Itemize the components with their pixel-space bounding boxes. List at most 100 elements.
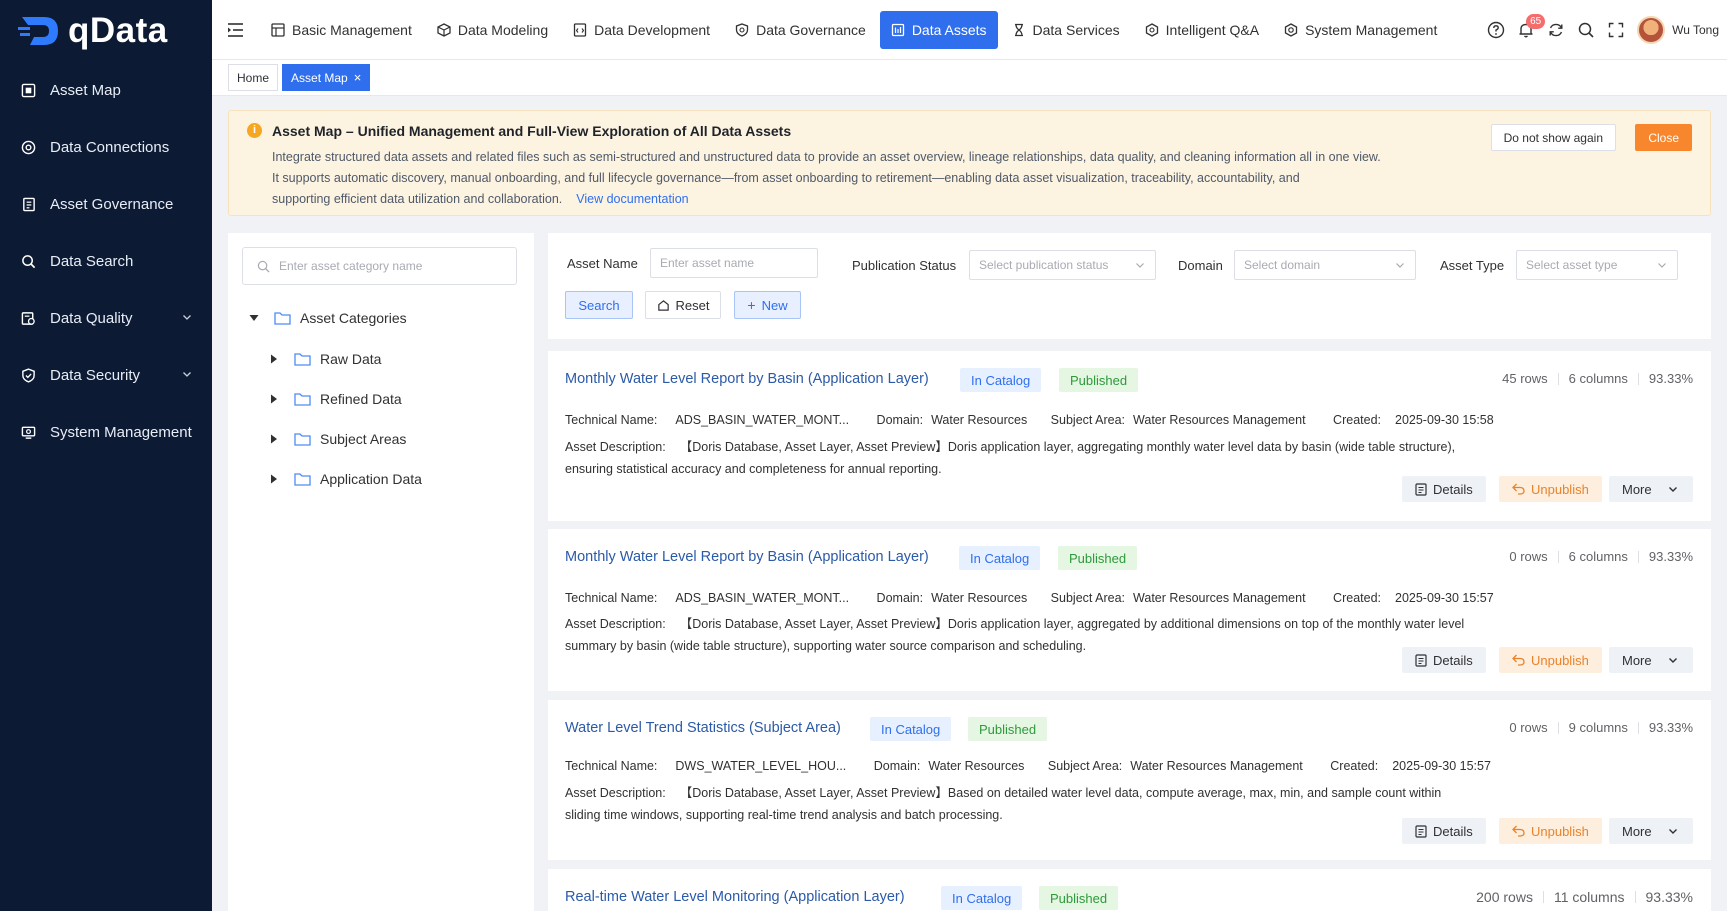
category-search-input[interactable]: Enter asset category name (242, 247, 517, 285)
help-button[interactable] (1481, 15, 1511, 45)
asset-title[interactable]: Monthly Water Level Report by Basin (App… (565, 549, 929, 565)
sidebar-item-label: Data Search (50, 253, 134, 270)
tree-node-label: Application Data (320, 471, 422, 487)
domain-label: Domain (1178, 258, 1223, 273)
meta-key: Domain: (876, 413, 924, 427)
column-count: 6 columns (1568, 549, 1628, 564)
tab-data-development[interactable]: Data Development (562, 11, 721, 49)
info-banner: i Asset Map – Unified Management and Ful… (228, 110, 1711, 216)
tab-intelligent-qa[interactable]: Intelligent Q&A (1134, 11, 1270, 49)
domain-placeholder: Select domain (1244, 258, 1321, 272)
chevron-down-icon (1658, 263, 1666, 268)
tree-node-refined-data[interactable]: Refined Data (268, 388, 402, 410)
search-button[interactable]: Search (565, 291, 633, 319)
details-button[interactable]: Details (1402, 818, 1486, 844)
asset-title[interactable]: Monthly Water Level Report by Basin (App… (565, 371, 929, 387)
tab-data-services[interactable]: Data Services (1001, 11, 1131, 49)
unpublish-button[interactable]: Unpublish (1499, 818, 1602, 844)
unpublish-button[interactable]: Unpublish (1499, 647, 1602, 673)
sidebar-item-asset-map[interactable]: Asset Map (0, 62, 212, 119)
banner-title: Asset Map – Unified Management and Full-… (272, 123, 792, 139)
asset-meta: Technical Name: DWS_WATER_LEVEL_HOU... Do… (565, 759, 1515, 773)
row-count: 45 rows (1502, 371, 1548, 386)
refresh-icon (1549, 23, 1563, 37)
close-banner-button[interactable]: Close (1635, 124, 1692, 151)
tab-data-governance[interactable]: Data Governance (724, 11, 877, 49)
menu-fold-icon (228, 22, 243, 37)
chevron-down-icon[interactable] (182, 312, 192, 322)
quality-score: 93.33% (1648, 549, 1693, 564)
close-icon[interactable]: × (354, 71, 362, 84)
sidebar-item-system-management[interactable]: System Management (0, 404, 212, 461)
tab-system-management[interactable]: System Management (1273, 11, 1448, 49)
reset-button[interactable]: Reset (645, 291, 721, 319)
fullscreen-button[interactable] (1601, 15, 1631, 45)
more-dropdown[interactable]: More (1609, 476, 1693, 502)
tree-node-asset-categories[interactable]: Asset Categories (248, 307, 407, 329)
tab-data-assets[interactable]: Data Assets (879, 10, 998, 49)
governance-icon (20, 197, 36, 213)
notifications-button[interactable]: 65 (1511, 14, 1546, 45)
domain-select[interactable]: Select domain (1234, 250, 1416, 280)
asset-stats: 45 rows 6 columns 93.33% (1502, 371, 1693, 386)
qdata-logo-icon (18, 17, 58, 45)
tab-label: Data Services (1032, 21, 1120, 38)
do-not-show-again-button[interactable]: Do not show again (1490, 124, 1616, 151)
details-button[interactable]: Details (1402, 647, 1486, 673)
meta-key: Technical Name: (565, 759, 658, 773)
document-icon (1415, 824, 1427, 838)
caret-right-icon[interactable] (268, 394, 280, 404)
banner-line: Integrate structured data assets and rel… (272, 150, 1381, 164)
created-value: 2025-09-30 15:58 (1395, 413, 1494, 427)
user-name[interactable]: Wu Tong (1672, 23, 1719, 37)
asset-stats: 200 rows 11 columns 93.33% (1476, 889, 1693, 905)
caret-right-icon[interactable] (268, 434, 280, 444)
caret-right-icon[interactable] (268, 354, 280, 364)
new-asset-button[interactable]: + New (734, 291, 801, 319)
button-label: More (1622, 652, 1652, 668)
global-search-button[interactable] (1571, 15, 1601, 45)
asset-title[interactable]: Real-time Water Level Monitoring (Applic… (565, 889, 905, 905)
hexagon-icon (1145, 22, 1158, 37)
tree-node-label: Asset Categories (300, 310, 407, 326)
asset-title[interactable]: Water Level Trend Statistics (Subject Ar… (565, 720, 841, 736)
caret-down-icon[interactable] (248, 314, 260, 322)
created-value: 2025-09-30 15:57 (1392, 759, 1491, 773)
unpublish-button[interactable]: Unpublish (1499, 476, 1602, 502)
created-value: 2025-09-30 15:57 (1395, 591, 1494, 605)
tag-home[interactable]: Home (228, 64, 279, 91)
refresh-button[interactable] (1541, 15, 1571, 45)
chevron-down-icon[interactable] (182, 369, 192, 379)
catalog-badge: In Catalog (941, 886, 1023, 910)
details-button[interactable]: Details (1402, 476, 1486, 502)
tree-node-subject-areas[interactable]: Subject Areas (268, 428, 406, 450)
tab-basic-management[interactable]: Basic Management (260, 11, 423, 49)
caret-right-icon[interactable] (268, 474, 280, 484)
tag-asset-map[interactable]: Asset Map × (282, 64, 371, 91)
top-navigation: Basic Management Data Modeling Data Deve… (212, 0, 1727, 60)
search-icon (20, 254, 36, 270)
sidebar-item-data-search[interactable]: Data Search (0, 233, 212, 290)
collapse-sidebar-button[interactable] (212, 0, 260, 60)
publication-status-select[interactable]: Select publication status (969, 250, 1156, 280)
more-dropdown[interactable]: More (1609, 647, 1693, 673)
more-dropdown[interactable]: More (1609, 818, 1693, 844)
folder-icon (294, 392, 311, 406)
sidebar-item-asset-governance[interactable]: Asset Governance (0, 176, 212, 233)
asset-name-input[interactable]: Enter asset name (650, 248, 818, 278)
sidebar-item-data-quality[interactable]: Data Quality (0, 290, 212, 347)
tab-data-modeling[interactable]: Data Modeling (426, 11, 559, 49)
asset-type-select[interactable]: Select asset type (1516, 250, 1678, 280)
sidebar-item-data-security[interactable]: Data Security (0, 347, 212, 404)
tree-node-application-data[interactable]: Application Data (268, 468, 422, 490)
sidebar-item-data-connections[interactable]: Data Connections (0, 119, 212, 176)
tab-label: Basic Management (292, 21, 412, 38)
fullscreen-icon (1608, 22, 1624, 38)
app-logo[interactable]: qData (0, 0, 212, 62)
description-text: sliding time windows, supporting real-ti… (565, 808, 1003, 822)
view-documentation-link[interactable]: View documentation (576, 192, 688, 206)
help-icon (1487, 21, 1505, 39)
tab-label: Intelligent Q&A (1165, 21, 1260, 38)
avatar[interactable] (1637, 16, 1666, 44)
tree-node-raw-data[interactable]: Raw Data (268, 348, 381, 370)
